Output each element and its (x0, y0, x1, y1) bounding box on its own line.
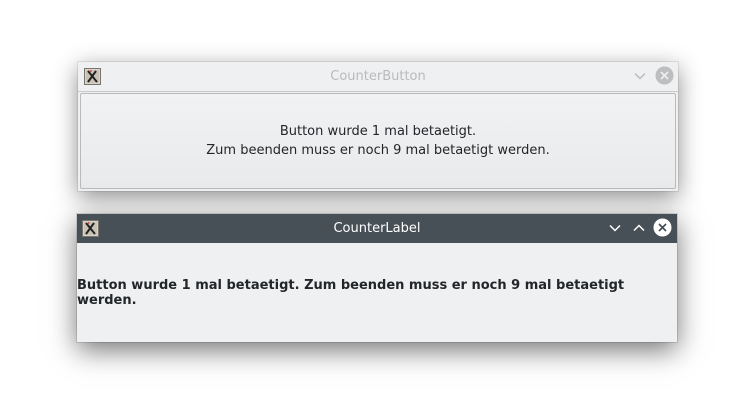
counter-label-area: Button wurde 1 mal betaetigt. Zum beende… (77, 243, 677, 342)
button-text-line-2: Zum beenden muss er noch 9 mal betaetigt… (206, 143, 550, 158)
close-icon[interactable] (653, 218, 672, 237)
maximize-chevron-icon[interactable] (631, 220, 647, 236)
titlebar[interactable]: CounterLabel (77, 214, 677, 243)
minimize-chevron-icon[interactable] (607, 220, 623, 236)
titlebar[interactable]: CounterButton (78, 62, 678, 92)
counter-label-text: Button wurde 1 mal betaetigt. Zum beende… (77, 277, 625, 308)
window-title: CounterLabel (333, 221, 421, 236)
counter-push-button[interactable]: Button wurde 1 mal betaetigt. Zum beende… (80, 93, 676, 189)
counter-label-window: CounterLabel Button wurde 1 mal betaetig… (77, 214, 677, 342)
close-icon[interactable] (655, 66, 674, 85)
button-text-line-1: Button wurde 1 mal betaetigt. (279, 124, 477, 139)
counter-button-window: CounterButton Button wurde 1 mal betaeti… (78, 62, 678, 191)
window-title: CounterButton (330, 69, 426, 84)
minimize-chevron-icon[interactable] (632, 68, 648, 84)
